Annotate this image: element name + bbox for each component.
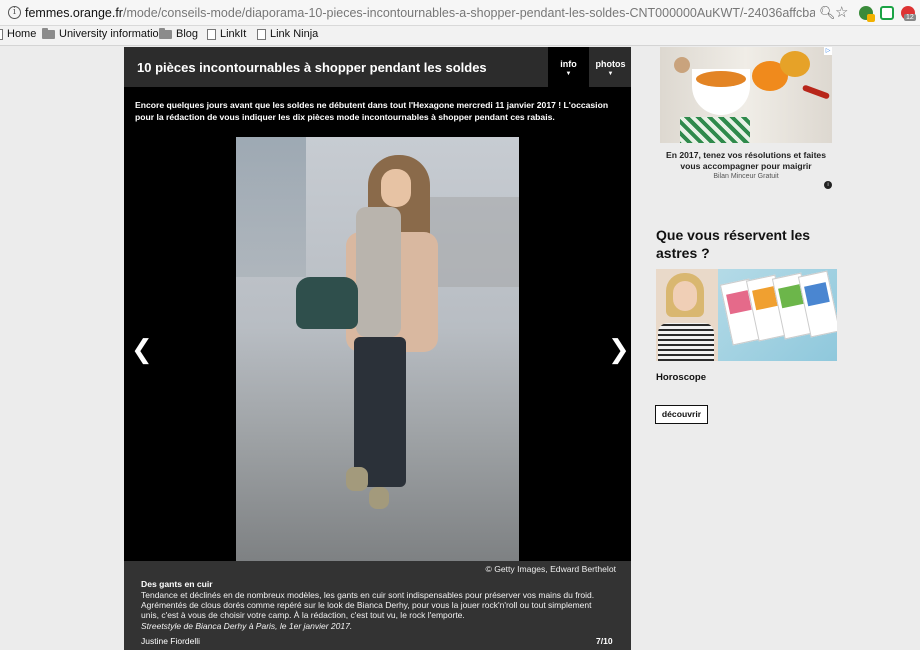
- caret-down-icon: ▼: [607, 71, 614, 77]
- ad-image[interactable]: [660, 47, 832, 143]
- ad-pumpkin: [780, 51, 810, 77]
- tab-info[interactable]: info ▼: [548, 47, 589, 87]
- extension-grammar-icon[interactable]: [880, 6, 894, 20]
- slide-counter: 7/10: [596, 636, 613, 646]
- caption-text: Tendance et déclinés en de nombreux modè…: [141, 590, 611, 631]
- shoe: [369, 487, 389, 509]
- fountain-background: [236, 137, 306, 277]
- woman-face: [381, 169, 411, 207]
- slideshow-intro: Encore quelques jours avant que les sold…: [135, 100, 609, 122]
- woman-legs: [354, 337, 406, 487]
- handbag: [296, 277, 358, 329]
- horoscope-woman-face: [673, 281, 697, 311]
- url-domain: femmes.orange.fr: [25, 6, 123, 20]
- zoom-icon[interactable]: 🔍︎: [819, 5, 836, 21]
- bookmark-label: LinkIt: [220, 28, 247, 40]
- caret-down-icon: ▼: [565, 71, 572, 77]
- tab-photos[interactable]: photos ▼: [590, 47, 631, 87]
- caption-title: Des gants en cuir: [141, 579, 213, 589]
- folder-icon: [159, 27, 172, 39]
- page-icon: [0, 28, 3, 40]
- bookmark-label: Blog: [176, 28, 199, 40]
- info-icon[interactable]: i: [8, 6, 21, 19]
- woman-scarf: [356, 207, 401, 337]
- tab-info-label: info: [560, 59, 577, 69]
- horoscope-heading: Que vous réservent les astres ?: [656, 227, 811, 261]
- slideshow-header: 10 pièces incontournables à shopper pend…: [124, 47, 631, 87]
- address-bar[interactable]: i femmes.orange.fr/mode/conseils-mode/di…: [0, 0, 920, 26]
- ad-cloth: [680, 117, 750, 143]
- ad-info-icon[interactable]: ▷: [824, 47, 832, 55]
- next-slide-icon[interactable]: ❯: [608, 337, 630, 363]
- previous-slide-icon[interactable]: ❮: [131, 337, 153, 363]
- folder-icon: [42, 27, 55, 39]
- url-path: /mode/conseils-mode/diaporama-10-pieces-…: [122, 6, 815, 20]
- horoscope-image[interactable]: [656, 269, 837, 361]
- shoe: [346, 467, 368, 491]
- ad-onion: [674, 57, 690, 73]
- adchoices-icon[interactable]: i: [824, 181, 832, 189]
- slideshow-title: 10 pièces incontournables à shopper pend…: [137, 60, 487, 75]
- discover-button[interactable]: découvrir: [655, 405, 708, 424]
- extension-evernote-icon[interactable]: [859, 6, 875, 22]
- url-field[interactable]: femmes.orange.fr/mode/conseils-mode/diap…: [25, 6, 815, 20]
- bookmark-star-icon[interactable]: ☆: [835, 3, 848, 21]
- ad-text[interactable]: En 2017, tenez vos résolutions et faites…: [660, 150, 832, 172]
- horoscope-woman-top: [658, 323, 714, 361]
- caption-body: Tendance et déclinés en de nombreux modè…: [141, 590, 595, 621]
- building-background: [426, 197, 519, 287]
- bookmark-linkit[interactable]: LinkIt: [207, 28, 246, 40]
- tab-photos-label: photos: [595, 59, 626, 69]
- bookmarks-bar: Home University information Blog LinkIt …: [0, 26, 920, 46]
- bookmark-label: University information: [59, 28, 165, 40]
- slideshow: 10 pièces incontournables à shopper pend…: [124, 47, 631, 650]
- bookmark-label: Link Ninja: [270, 28, 319, 40]
- bookmark-label: Home: [7, 28, 37, 40]
- page-icon: [207, 28, 216, 40]
- extension-badge: 12: [904, 14, 916, 21]
- caption-author: Justine Fiordelli: [141, 636, 201, 646]
- ad-source[interactable]: Bilan Minceur Gratuit: [660, 173, 832, 180]
- slideshow-caption: © Getty Images, Edward Berthelot Des gan…: [124, 561, 631, 650]
- bookmark-home[interactable]: Home: [0, 28, 36, 40]
- slide-photo: 🔍︎: [236, 137, 519, 561]
- bookmark-university-information[interactable]: University information: [42, 27, 165, 40]
- photo-credit: © Getty Images, Edward Berthelot: [485, 564, 616, 574]
- ad-soup: [696, 71, 746, 87]
- page-icon: [257, 28, 266, 40]
- caption-italic: Streetstyle de Bianca Derhy à Paris, le …: [141, 620, 353, 631]
- bookmark-blog[interactable]: Blog: [159, 27, 199, 40]
- horoscope-label: Horoscope: [656, 372, 707, 383]
- bookmark-link-ninja[interactable]: Link Ninja: [257, 28, 318, 40]
